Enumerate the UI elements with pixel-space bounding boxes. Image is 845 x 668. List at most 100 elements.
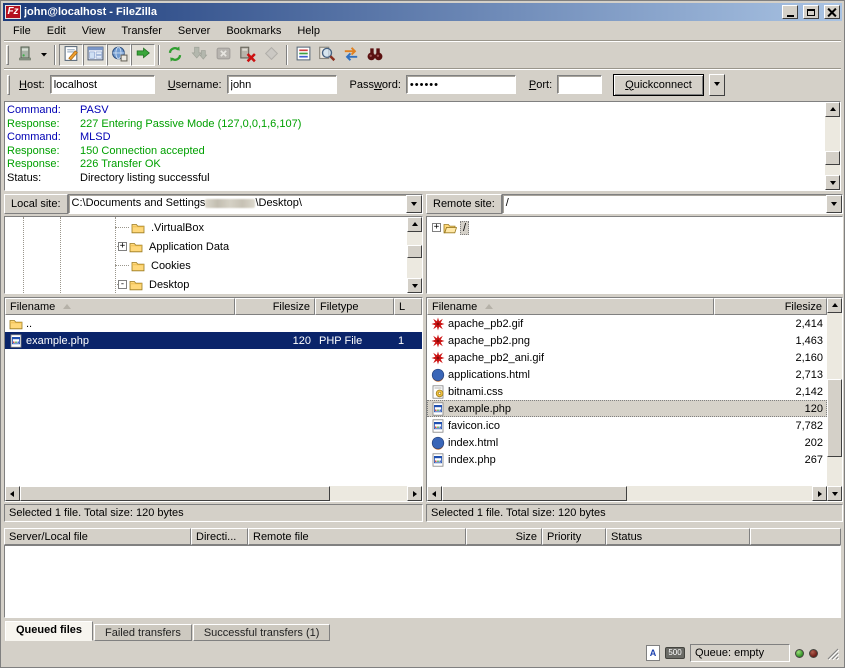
menu-server[interactable]: Server [170, 23, 218, 39]
queue-column-header[interactable]: Remote file [248, 528, 466, 545]
scroll-up-button[interactable] [827, 298, 842, 313]
column-header[interactable]: Filename [427, 298, 714, 315]
menu-transfer[interactable]: Transfer [113, 23, 170, 39]
password-input[interactable] [406, 75, 516, 94]
scroll-up-button[interactable] [825, 102, 840, 117]
scroll-left-button[interactable] [5, 486, 20, 501]
filter-button[interactable] [291, 44, 315, 66]
cancel-operation-button[interactable] [211, 44, 235, 66]
quickconnect-dropdown-button[interactable] [709, 74, 725, 96]
file-row[interactable]: index.php267 [427, 451, 827, 468]
host-input[interactable] [50, 75, 155, 94]
scroll-down-button[interactable] [825, 175, 840, 190]
scroll-down-button[interactable] [407, 278, 422, 293]
reconnect-button[interactable] [259, 44, 283, 66]
toggle-transfer-queue-button[interactable] [131, 44, 155, 66]
port-input[interactable] [557, 75, 602, 94]
username-input[interactable] [227, 75, 337, 94]
queue-column-header[interactable]: Server/Local file [4, 528, 191, 545]
scroll-track[interactable] [825, 117, 840, 175]
queue-column-header[interactable]: Status [606, 528, 750, 545]
quickconnect-button[interactable]: Quickconnect [613, 74, 704, 96]
log-icon [63, 45, 80, 65]
close-button[interactable] [824, 5, 840, 19]
scroll-down-button[interactable] [827, 486, 842, 501]
site-manager-dropdown-button[interactable] [37, 44, 51, 66]
tab-successful-transfers-1-[interactable]: Successful transfers (1) [193, 624, 331, 641]
scroll-track[interactable] [442, 486, 812, 501]
expand-icon[interactable]: + [432, 223, 441, 232]
file-row[interactable]: favicon.ico7,782 [427, 417, 827, 434]
toolbar-gripper[interactable] [6, 45, 9, 65]
menu-edit[interactable]: Edit [39, 23, 74, 39]
file-row[interactable]: bitnami.css2,142 [427, 383, 827, 400]
process-queue-button[interactable] [187, 44, 211, 66]
file-row[interactable]: applications.html2,713 [427, 366, 827, 383]
local-tree-scrollbar[interactable] [407, 217, 422, 293]
scroll-track[interactable] [407, 232, 422, 278]
scroll-track[interactable] [20, 486, 407, 501]
local-path-combobox[interactable]: C:\Documents and Settings\Desktop\ [68, 194, 423, 214]
scroll-thumb[interactable] [825, 151, 840, 165]
queue-column-header[interactable]: Priority [542, 528, 606, 545]
resize-grip-icon[interactable] [826, 647, 839, 660]
file-row[interactable]: example.php120PHP File1 [5, 332, 422, 349]
column-header[interactable]: Filesize [235, 298, 315, 315]
local-path-dropdown-button[interactable] [406, 195, 422, 213]
tree-item[interactable]: +Application Data [5, 237, 406, 256]
titlebar[interactable]: Fz john@localhost - FileZilla [3, 3, 842, 21]
column-header[interactable]: Filename [5, 298, 235, 315]
file-row[interactable]: index.html202 [427, 434, 827, 451]
scroll-right-button[interactable] [407, 486, 422, 501]
remote-path-combobox[interactable]: / [502, 194, 843, 214]
maximize-button[interactable] [803, 5, 819, 19]
file-row[interactable]: apache_pb2.png1,463 [427, 332, 827, 349]
expand-icon[interactable]: + [118, 242, 127, 251]
menu-view[interactable]: View [74, 23, 114, 39]
column-header[interactable]: Filesize [714, 298, 827, 315]
file-row[interactable]: apache_pb2_ani.gif2,160 [427, 349, 827, 366]
toggle-remote-tree-button[interactable] [107, 44, 131, 66]
minimize-button[interactable] [782, 5, 798, 19]
menu-file[interactable]: File [5, 23, 39, 39]
port-label: Port: [529, 79, 552, 91]
quickconnect-gripper[interactable] [7, 75, 10, 95]
toggle-local-tree-button[interactable] [83, 44, 107, 66]
menu-bookmarks[interactable]: Bookmarks [218, 23, 289, 39]
synchronized-browsing-button[interactable] [339, 44, 363, 66]
remote-horizontal-scrollbar[interactable] [427, 486, 827, 501]
queue-column-header[interactable]: Size [466, 528, 542, 545]
scroll-thumb[interactable] [827, 379, 842, 457]
remote-path-dropdown-button[interactable] [826, 195, 842, 213]
collapse-icon[interactable]: - [118, 280, 127, 289]
tree-item[interactable]: +/ [427, 218, 840, 237]
local-horizontal-scrollbar[interactable] [5, 486, 422, 501]
disconnect-button[interactable] [235, 44, 259, 66]
column-header[interactable]: Filetype [315, 298, 394, 315]
refresh-button[interactable] [163, 44, 187, 66]
tree-item[interactable]: .VirtualBox [5, 218, 406, 237]
directory-comparison-button[interactable] [315, 44, 339, 66]
tree-item[interactable]: -Desktop [5, 275, 406, 294]
remote-vertical-scrollbar[interactable] [827, 298, 842, 501]
tab-failed-transfers[interactable]: Failed transfers [94, 624, 192, 641]
tree-item[interactable]: Cookies [5, 256, 406, 275]
find-files-button[interactable] [363, 44, 387, 66]
column-header[interactable]: L [394, 298, 422, 315]
scroll-up-button[interactable] [407, 217, 422, 232]
scroll-left-button[interactable] [427, 486, 442, 501]
tab-queued-files[interactable]: Queued files [5, 621, 93, 641]
scroll-thumb[interactable] [407, 245, 422, 258]
file-row[interactable]: .. [5, 315, 422, 332]
file-row[interactable]: apache_pb2.gif2,414 [427, 315, 827, 332]
scroll-track[interactable] [827, 313, 842, 486]
scroll-thumb[interactable] [20, 486, 330, 501]
site-manager-button[interactable] [13, 44, 37, 66]
menu-help[interactable]: Help [289, 23, 328, 39]
file-row[interactable]: example.php120 [427, 400, 827, 417]
log-scrollbar[interactable] [825, 102, 840, 190]
toggle-message-log-button[interactable] [59, 44, 83, 66]
scroll-right-button[interactable] [812, 486, 827, 501]
queue-column-header[interactable]: Directi... [191, 528, 248, 545]
scroll-thumb[interactable] [442, 486, 627, 501]
